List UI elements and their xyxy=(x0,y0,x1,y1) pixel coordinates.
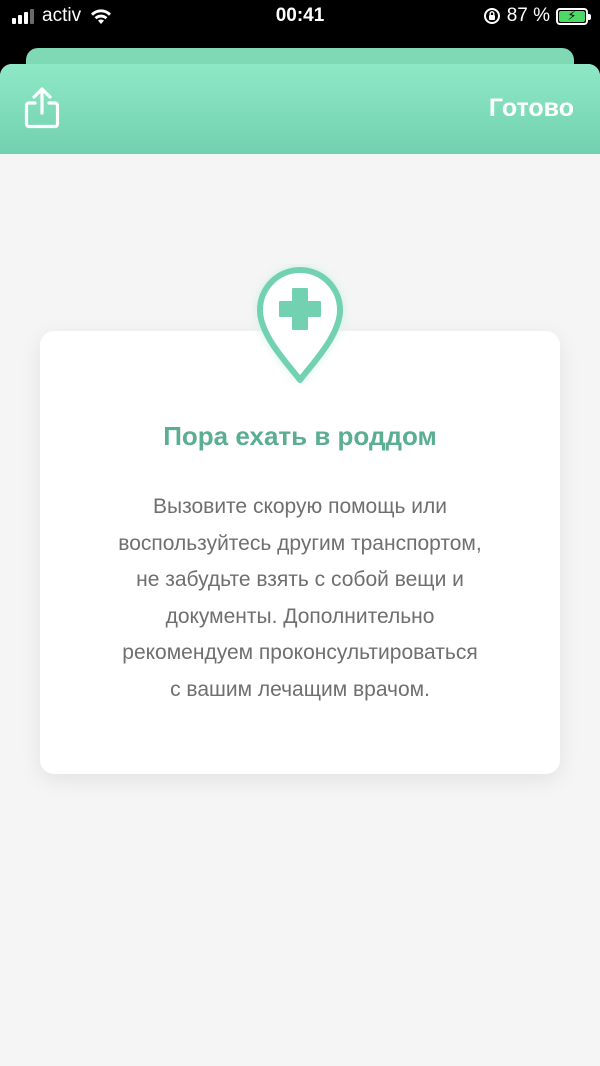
share-button[interactable] xyxy=(22,86,62,130)
info-card: Пора ехать в роддом Вызовите скорую помо… xyxy=(40,331,560,774)
card-body-line: не забудьте взять с собой вещи и xyxy=(136,568,464,591)
share-icon xyxy=(24,87,60,129)
card-body-line: воспользуйтесь другим транспортом, xyxy=(118,531,482,555)
card-body-line: документы. Дополнительно xyxy=(165,604,435,628)
card-body-line: Вызовите скорую помощь или xyxy=(152,495,448,518)
nav-bar: Готово xyxy=(0,64,600,154)
card-body: Вызовите скорую помощь или воспользуйтес… xyxy=(80,489,520,708)
battery-percent: 87 % xyxy=(506,5,550,26)
orientation-lock-icon xyxy=(483,8,500,24)
card-body-line: рекомендуем проконсультироваться xyxy=(122,641,478,664)
status-bar: activ 00:41 87 % ⚡ xyxy=(0,0,600,34)
battery-icon: ⚡ xyxy=(556,7,591,25)
card-title: Пора ехать в роддом xyxy=(163,421,437,451)
medical-location-pin-icon xyxy=(257,267,343,383)
modal-sheet: Готово Пора ехать в роддом Вызовите скор… xyxy=(0,64,600,1066)
card-body-line: с вашим лечащим врачом. xyxy=(170,677,430,701)
status-right: 87 % ⚡ xyxy=(483,5,591,27)
done-button[interactable]: Готово xyxy=(489,94,574,123)
